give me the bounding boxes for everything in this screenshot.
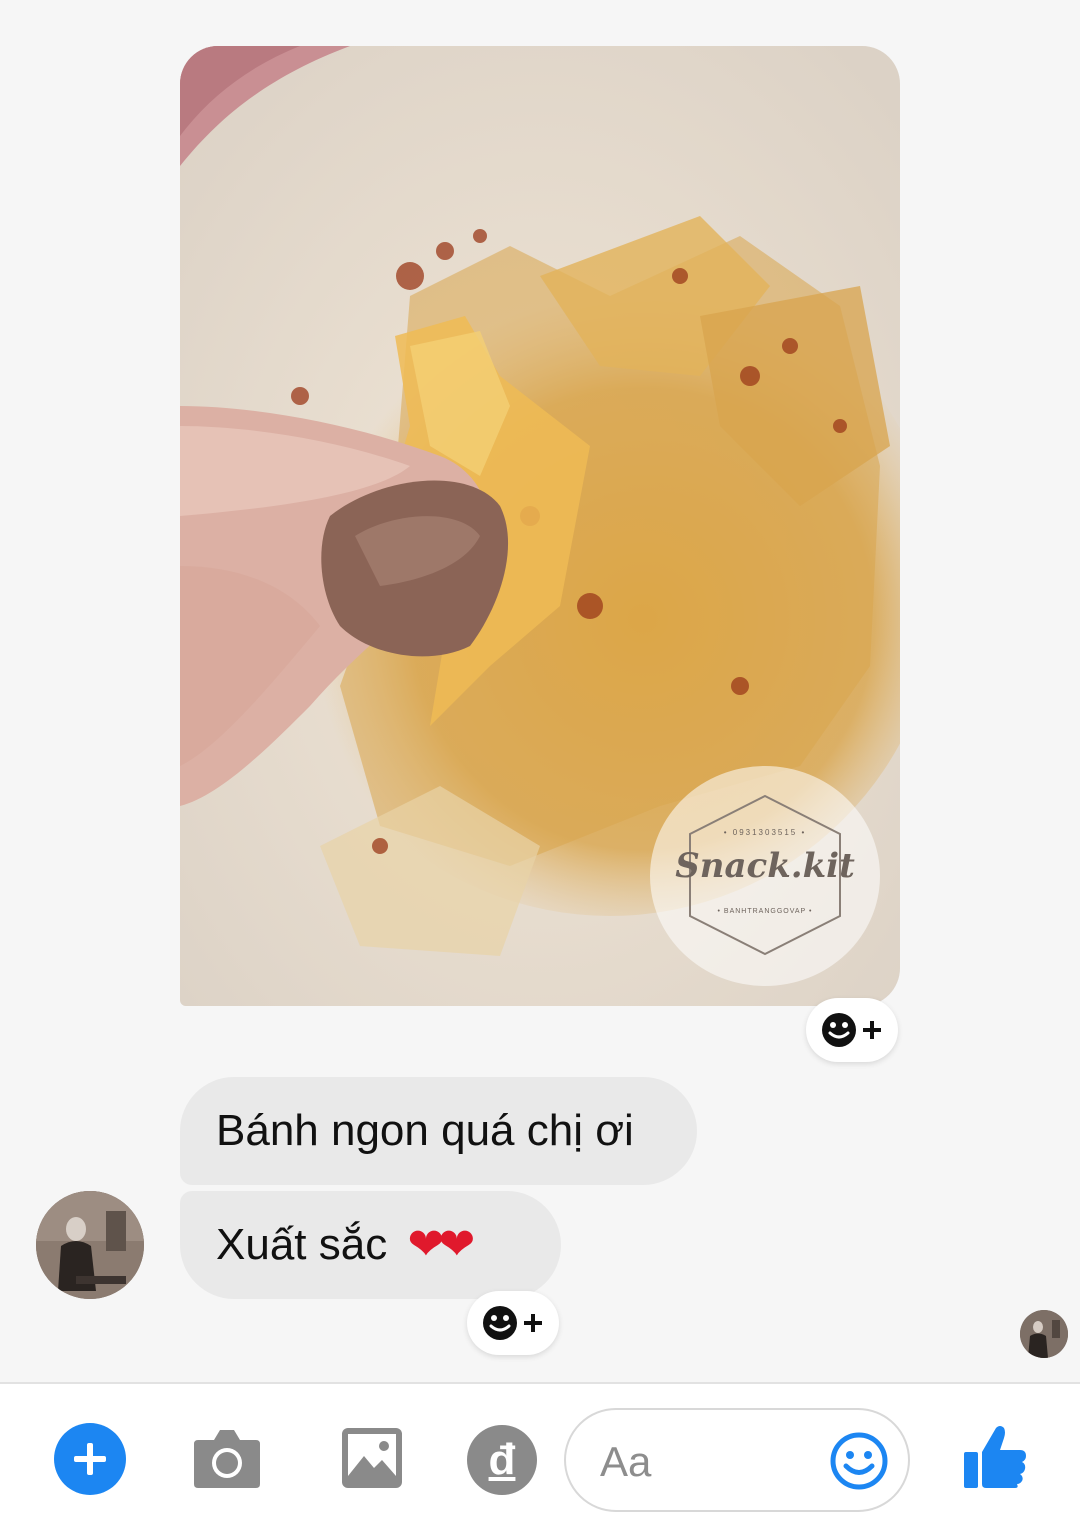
add-reaction-icon (822, 1013, 881, 1047)
smile-icon (830, 1432, 888, 1490)
image-icon (342, 1428, 402, 1488)
payment-icon: đ (488, 1435, 516, 1484)
plus-icon (74, 1443, 106, 1475)
message-input-box[interactable] (564, 1408, 910, 1512)
hearts-emoji: ❤❤ (407, 1220, 475, 1269)
seen-avatar (1020, 1310, 1068, 1358)
add-reaction-button[interactable] (467, 1291, 559, 1355)
composer-bar: đ (0, 1384, 1080, 1538)
message-thread: • 0931303515 • Snack.kit • BANHTRANGGOVA… (0, 0, 1080, 1383)
like-button[interactable] (962, 1422, 1028, 1490)
snack-kit-watermark: • 0931303515 • Snack.kit • BANHTRANGGOVA… (650, 766, 880, 986)
message-bubble[interactable]: Xuất sắc ❤❤ (180, 1191, 561, 1299)
camera-button[interactable] (192, 1426, 262, 1490)
seen-avatar-image (1020, 1310, 1068, 1358)
message-text: Xuất sắc (216, 1220, 388, 1269)
message-text: Bánh ngon quá chị ơi (216, 1106, 634, 1155)
message-bubble[interactable]: Bánh ngon quá chị ơi (180, 1077, 697, 1185)
add-reaction-button[interactable] (806, 998, 898, 1062)
sender-avatar[interactable] (36, 1191, 144, 1299)
avatar-image (36, 1191, 144, 1299)
camera-icon (194, 1430, 260, 1488)
payment-button[interactable]: đ (467, 1425, 537, 1495)
message-input[interactable] (598, 1432, 822, 1492)
more-actions-button[interactable] (54, 1423, 126, 1495)
emoji-button[interactable] (828, 1430, 890, 1492)
thumbs-up-icon (964, 1426, 1026, 1488)
photo-message[interactable]: • 0931303515 • Snack.kit • BANHTRANGGOVA… (180, 46, 900, 1006)
gallery-button[interactable] (340, 1426, 404, 1490)
add-reaction-icon (483, 1306, 542, 1340)
